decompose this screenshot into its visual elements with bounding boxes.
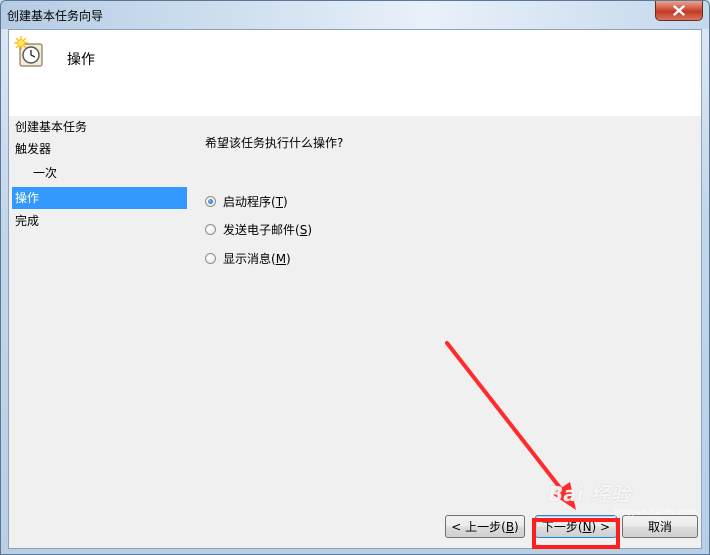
radio-button-display-message[interactable] bbox=[205, 252, 216, 264]
back-button[interactable]: < 上一步(B) bbox=[445, 515, 525, 538]
close-icon bbox=[673, 5, 685, 16]
nav-item-once[interactable]: 一次 bbox=[12, 162, 187, 184]
wizard-header: 操作 bbox=[9, 30, 701, 116]
nav-item-create-basic-task[interactable]: 创建基本任务 bbox=[12, 116, 187, 138]
annotation-highlight-box bbox=[532, 518, 620, 549]
radio-label-display-message[interactable]: 显示消息(M) bbox=[223, 250, 291, 267]
window-title: 创建基本任务向导 bbox=[7, 9, 104, 23]
nav-item-finish[interactable]: 完成 bbox=[12, 210, 187, 232]
radio-button-send-email[interactable] bbox=[205, 223, 216, 235]
scheduled-task-icon bbox=[14, 36, 43, 67]
nav-item-action[interactable]: 操作 bbox=[12, 187, 187, 209]
page-title: 操作 bbox=[67, 52, 95, 68]
close-button[interactable] bbox=[655, 1, 703, 21]
radio-display-message[interactable]: 显示消息(M) bbox=[205, 250, 291, 266]
watermark-url: jingyan.baidu.com bbox=[614, 508, 698, 518]
wizard-steps-nav: 创建基本任务 触发器 一次 操作 完成 bbox=[9, 116, 189, 548]
radio-send-email[interactable]: 发送电子邮件(S) bbox=[205, 221, 312, 237]
radio-start-program[interactable]: 启动程序(T) bbox=[205, 193, 288, 209]
radio-button-start-program[interactable] bbox=[205, 195, 216, 207]
nav-item-trigger[interactable]: 触发器 bbox=[12, 138, 187, 160]
cancel-button[interactable]: 取消 bbox=[622, 515, 698, 538]
action-question: 希望该任务执行什么操作? bbox=[205, 136, 344, 150]
title-bar[interactable]: 创建基本任务向导 bbox=[1, 1, 709, 29]
radio-label-start-program[interactable]: 启动程序(T) bbox=[223, 193, 288, 210]
wizard-window: 创建基本任务向导 操作 创建基本任务 触发器 一次 操作 完成 希望该任务执行什… bbox=[0, 0, 710, 555]
wizard-client: 操作 创建基本任务 触发器 一次 操作 完成 希望该任务执行什么操作? 启动程序… bbox=[8, 29, 702, 549]
radio-label-send-email[interactable]: 发送电子邮件(S) bbox=[223, 221, 312, 238]
watermark-logo: Bai 经验 bbox=[548, 482, 631, 506]
